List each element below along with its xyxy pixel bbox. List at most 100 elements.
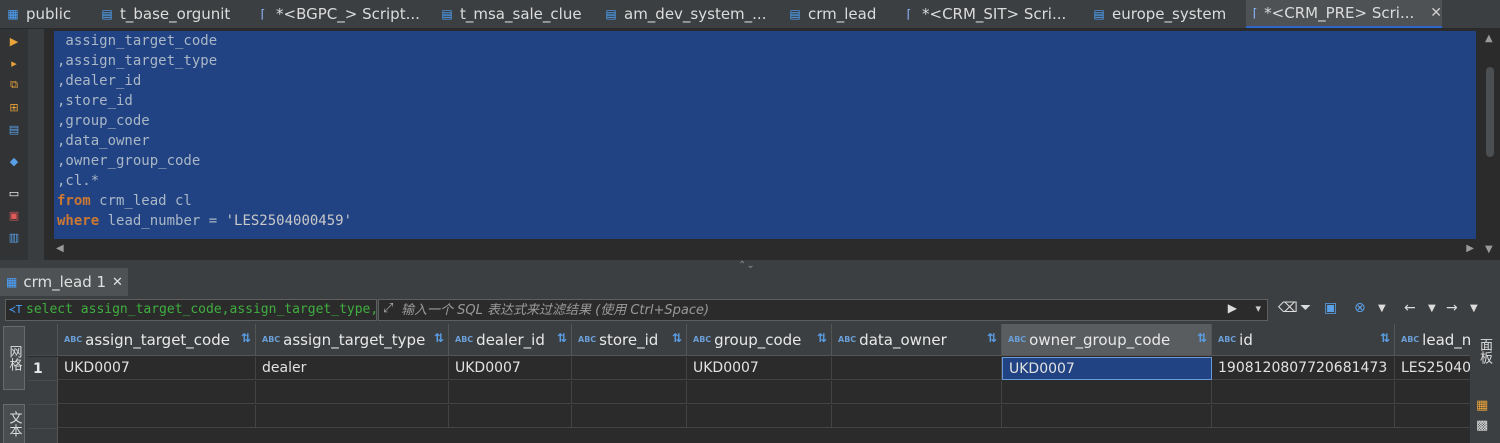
table-cell[interactable]: dealer (256, 357, 449, 380)
tab-label: crm_lead (808, 5, 877, 23)
table-cell[interactable]: UKD0007 (58, 357, 256, 380)
result-grid[interactable]: ABC assign_target_code ⇅ ABC assign_target_… (28, 324, 1470, 443)
table-cell[interactable]: 1908120807720681473 (1212, 357, 1395, 380)
type-icon: ABC (64, 335, 83, 344)
column-header-owner-group-code[interactable]: ABC owner_group_code ⇅ (1002, 324, 1212, 356)
chevron-down-icon[interactable]: ▼ (1470, 303, 1478, 314)
calendar-icon[interactable]: ▦ (1476, 398, 1488, 413)
column-header-group-code[interactable]: ABC group_code ⇅ (687, 324, 832, 356)
scroll-down-icon[interactable]: ▼ (1485, 244, 1493, 255)
code-line: ,store_id (57, 93, 133, 109)
column-header-data-owner[interactable]: ABC data_owner ⇅ (832, 324, 1002, 356)
table-cell[interactable]: UKD0007 (687, 357, 832, 380)
column-header-assign-target-code[interactable]: ABC assign_target_code ⇅ (58, 324, 256, 356)
panels-tab[interactable]: 面板 (1475, 338, 1494, 364)
type-icon: ABC (693, 335, 712, 344)
sql-icon: ≺T (9, 303, 23, 316)
filter-bar: ≺T select assign_target_code,assign_targ… (0, 296, 1500, 324)
execute-statement-icon[interactable]: ▶ (6, 33, 22, 49)
tab-label: am_dev_system_... (624, 5, 767, 23)
tab-crm-lead[interactable]: ▤ crm_lead (782, 0, 896, 28)
empty-cell (572, 405, 687, 428)
tab-am-dev-system[interactable]: ▤ am_dev_system_... (598, 0, 782, 28)
result-tab-crm-lead-1[interactable]: ▦ crm_lead 1 ✕ (0, 268, 128, 296)
editor-horizontal-scrollbar[interactable]: ◀ ▶ (54, 241, 1476, 257)
tab-bgpc-script[interactable]: ⌈ *<BGPC_> Script... (250, 0, 434, 28)
scroll-left-icon[interactable]: ◀ (56, 243, 64, 254)
link-icon[interactable]: ⊗ (1354, 300, 1366, 316)
table-cell[interactable] (572, 357, 687, 380)
sort-icon[interactable]: ⇅ (672, 331, 682, 345)
filter-icon[interactable]: ⏷ (1300, 300, 1311, 316)
load-plan-icon[interactable]: ▤ (6, 121, 22, 137)
checker-icon[interactable]: ▩ (1476, 418, 1488, 433)
close-icon[interactable]: ✕ (112, 275, 123, 290)
table-cell[interactable]: UKD0007 (449, 357, 572, 380)
scroll-up-icon[interactable]: ▲ (1485, 33, 1493, 44)
code-selection[interactable]: assign_target_code ,assign_target_type ,… (54, 31, 1476, 239)
execute-in-new-tab-icon[interactable]: ⧉ (6, 77, 22, 93)
row-number[interactable]: 1 (28, 357, 58, 381)
text-view-tab[interactable]: 文本 (3, 404, 25, 443)
tab-crm-pre-script[interactable]: ⌈ *<CRM_PRE> Scri... ✕ (1246, 0, 1442, 28)
table-cell[interactable] (832, 357, 1002, 380)
filter-history-icon[interactable]: ▾ (1255, 302, 1261, 315)
expand-icon[interactable]: ⤢ (383, 301, 393, 316)
editor-gutter (28, 29, 44, 260)
selected-cell[interactable]: UKD0007 (1002, 357, 1212, 380)
column-header-store-id[interactable]: ABC store_id ⇅ (572, 324, 687, 356)
tab-t-base-orgunit[interactable]: ▤ t_base_orgunit (94, 0, 250, 28)
column-header-id[interactable]: ABC id ⇅ (1212, 324, 1395, 356)
back-arrow-icon[interactable]: ← (1404, 300, 1416, 316)
sort-icon[interactable]: ⇅ (987, 331, 997, 345)
column-header-assign-target-type[interactable]: ABC assign_target_type ⇅ (256, 324, 449, 356)
editor-vertical-scrollbar[interactable]: ▲ ▼ (1482, 33, 1498, 258)
code-line: where lead_number = 'LES2504000459' (57, 213, 353, 229)
table-cell[interactable]: LES25040 (1395, 357, 1470, 380)
filter-settings-icon[interactable]: ▣ (1324, 300, 1337, 316)
sort-icon[interactable]: ⇅ (241, 331, 251, 345)
import-icon[interactable]: ▣ (6, 207, 22, 223)
sort-icon[interactable]: ⇅ (557, 331, 567, 345)
script-icon: ⌈ (906, 7, 912, 21)
column-header-dealer-id[interactable]: ABC dealer_id ⇅ (449, 324, 572, 356)
empty-cell (449, 381, 572, 404)
sort-icon[interactable]: ⇅ (1197, 331, 1207, 345)
column-header-lead-number[interactable]: ABClead_nu (1395, 324, 1470, 356)
grid-view-tab[interactable]: 网格 (3, 326, 25, 390)
sql-editor[interactable]: assign_target_code ,assign_target_type ,… (44, 29, 1500, 260)
tab-t-msa-sale-clue[interactable]: ▤ t_msa_sale_clue (434, 0, 598, 28)
forward-arrow-icon[interactable]: → (1446, 300, 1458, 316)
output-icon[interactable]: ◆ (6, 153, 22, 169)
sort-icon[interactable]: ⇅ (1380, 331, 1390, 345)
eraser-icon[interactable]: ⌫ (1278, 300, 1298, 316)
format-icon[interactable]: ▥ (6, 229, 22, 245)
tab-public[interactable]: ▦ public (0, 0, 94, 28)
panel-splitter[interactable]: ⌃⌄ (0, 260, 1500, 271)
code-line: assign_target_code (57, 33, 218, 49)
chevron-down-icon[interactable]: ▼ (1428, 303, 1436, 314)
empty-cell (1212, 381, 1395, 404)
scroll-thumb[interactable] (1486, 67, 1494, 157)
sql-query-preview[interactable]: ≺T select assign_target_code,assign_targ… (5, 299, 377, 321)
scroll-right-icon[interactable]: ▶ (1466, 243, 1474, 254)
close-icon[interactable]: ✕ (1430, 5, 1442, 21)
tab-europe-system[interactable]: ▤ europe_system (1086, 0, 1246, 28)
script-icon: ⌈ (260, 7, 266, 21)
filter-input[interactable] (401, 300, 1221, 320)
execute-script-icon[interactable]: ▸ (6, 55, 22, 71)
script-toolbar: ▶ ▸ ⧉ ⊞ ▤ ◆ ▭ ▣ ▥ (0, 29, 28, 260)
chevron-down-icon[interactable]: ▼ (1378, 303, 1386, 314)
explain-plan-icon[interactable]: ⊞ (6, 99, 22, 115)
sort-icon[interactable]: ⇅ (817, 331, 827, 345)
tab-label: public (26, 5, 72, 23)
corner-cell[interactable] (28, 324, 58, 356)
result-tab-bar: ▦ crm_lead 1 ✕ (0, 268, 1500, 296)
empty-cell (1395, 381, 1470, 404)
panels-sidebar: 面板 ▦ ▩ (1470, 324, 1500, 443)
empty-cell (1212, 405, 1395, 428)
export-icon[interactable]: ▭ (6, 185, 22, 201)
sort-icon[interactable]: ⇅ (434, 331, 444, 345)
tab-crm-sit-script[interactable]: ⌈ *<CRM_SIT> Scri... (896, 0, 1086, 28)
apply-filter-icon[interactable]: ▶ (1228, 301, 1237, 315)
